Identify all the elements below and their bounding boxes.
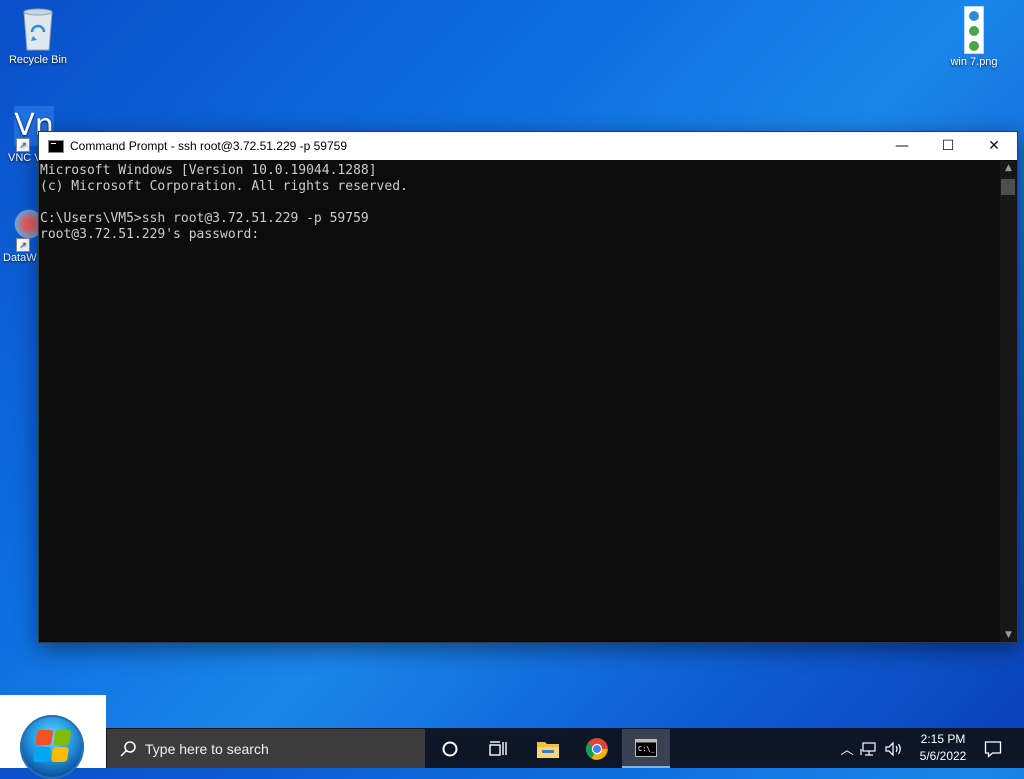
command-prompt-icon: C:\_	[635, 738, 657, 757]
svg-text:C:\_: C:\_	[638, 745, 656, 753]
task-view-button[interactable]	[474, 729, 522, 768]
search-icon	[120, 740, 136, 757]
desktop-icon-win7-png[interactable]: win 7.png	[936, 6, 1012, 68]
scroll-down-icon[interactable]: ▼	[1000, 630, 1017, 640]
clock-date: 5/6/2022	[919, 749, 967, 763]
console-line: (c) Microsoft Corporation. All rights re…	[40, 179, 408, 194]
minimize-icon: —	[895, 138, 909, 154]
console-output[interactable]: Microsoft Windows [Version 10.0.19044.12…	[39, 161, 1000, 642]
console-line: Microsoft Windows [Version 10.0.19044.12…	[40, 163, 377, 178]
notifications-button[interactable]	[970, 729, 1016, 768]
taskbar-clock[interactable]: 2:15 PM 5/6/2022	[908, 731, 978, 765]
taskbar-search-box[interactable]: Type here to search	[107, 729, 425, 768]
task-view-icon	[489, 740, 507, 756]
maximize-button[interactable]: ☐	[925, 132, 971, 160]
show-hidden-icons-chevron-icon[interactable]: ︿	[836, 739, 858, 758]
console-line: root@3.72.51.229's password:	[40, 227, 260, 242]
close-button[interactable]: ✕	[971, 132, 1017, 160]
scroll-up-icon[interactable]: ▲	[1000, 163, 1017, 173]
command-prompt-window[interactable]: Command Prompt - ssh root@3.72.51.229 -p…	[38, 131, 1018, 643]
start-button[interactable]	[0, 695, 106, 779]
desktop-icon-label: Recycle Bin	[8, 54, 68, 66]
cortana-button[interactable]	[426, 729, 474, 768]
recycle-bin-icon	[18, 6, 58, 52]
vertical-scrollbar[interactable]: ▲ ▼	[1000, 161, 1017, 642]
action-center-icon	[984, 740, 1002, 758]
scrollbar-thumb[interactable]	[1001, 179, 1015, 195]
file-explorer-icon	[537, 741, 559, 758]
network-icon[interactable]	[860, 741, 880, 757]
desktop-icon-recycle-bin[interactable]: Recycle Bin	[0, 6, 76, 66]
volume-icon[interactable]	[884, 741, 904, 757]
window-title: Command Prompt - ssh root@3.72.51.229 -p…	[70, 139, 347, 153]
desktop-icon-label: win 7.png	[950, 56, 998, 68]
system-tray: ︿	[836, 729, 904, 768]
shortcut-arrow-icon: ↗	[16, 238, 30, 252]
cortana-icon	[442, 741, 458, 756]
close-icon: ✕	[988, 138, 1000, 154]
console-line: C:\Users\VM5>ssh root@3.72.51.229 -p 597…	[40, 211, 369, 226]
window-titlebar[interactable]: Command Prompt - ssh root@3.72.51.229 -p…	[39, 132, 1017, 160]
windows-logo-icon	[20, 715, 84, 779]
minimize-button[interactable]: —	[879, 132, 925, 160]
maximize-icon: ☐	[941, 138, 955, 154]
command-prompt-taskbar-button[interactable]: C:\_	[622, 729, 670, 768]
search-placeholder: Type here to search	[145, 740, 269, 757]
file-explorer-button[interactable]	[524, 729, 572, 768]
clock-time: 2:15 PM	[920, 732, 966, 746]
command-prompt-icon	[48, 139, 64, 153]
chrome-button[interactable]	[573, 729, 621, 768]
shortcut-arrow-icon: ↗	[16, 138, 30, 152]
chrome-icon	[585, 737, 608, 760]
image-file-icon	[964, 6, 984, 54]
